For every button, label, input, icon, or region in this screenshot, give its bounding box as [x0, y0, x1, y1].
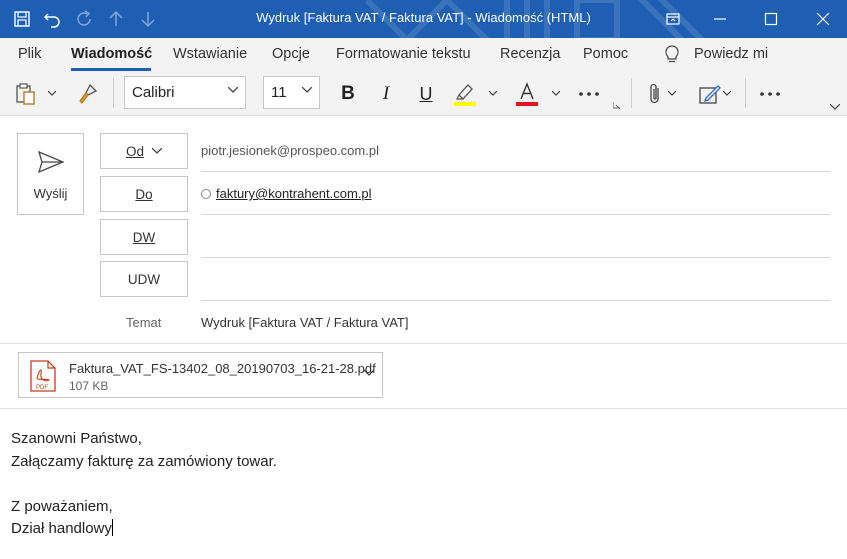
- header-divider: [0, 343, 847, 344]
- tab-review[interactable]: Recenzja: [500, 46, 560, 62]
- cc-button[interactable]: DW: [100, 219, 188, 255]
- italic-icon[interactable]: I: [374, 81, 398, 107]
- send-label: Wyślij: [33, 186, 68, 201]
- subject-label: Temat: [126, 315, 162, 330]
- pdf-file-icon: PDF: [30, 360, 56, 392]
- bold-icon[interactable]: B: [336, 81, 360, 107]
- maximize-icon[interactable]: [748, 0, 794, 38]
- font-color-icon[interactable]: [514, 80, 540, 108]
- send-button[interactable]: Wyślij: [17, 133, 84, 215]
- body-line: Załączamy fakturę za zamówiony towar.: [11, 452, 277, 470]
- underline-icon[interactable]: U: [414, 81, 438, 107]
- ribbon-display-options-icon[interactable]: [650, 0, 696, 38]
- to-field-line[interactable]: [201, 214, 830, 215]
- tab-message[interactable]: Wiadomość: [71, 46, 152, 62]
- from-value: piotr.jesionek@prospeo.com.pl: [201, 143, 379, 158]
- lightbulb-icon: [665, 45, 679, 63]
- chevron-down-icon: [302, 87, 312, 93]
- attachment-divider: [0, 408, 847, 409]
- attach-icon[interactable]: [644, 81, 666, 107]
- body-line: Z poważaniem,: [11, 497, 113, 515]
- cc-field-line[interactable]: [201, 257, 830, 258]
- separator: [631, 78, 632, 108]
- close-icon[interactable]: [800, 0, 846, 38]
- highlight-icon[interactable]: [452, 80, 478, 108]
- title-bar: Wydruk [Faktura VAT / Faktura VAT] - Wia…: [0, 0, 847, 38]
- font-name-value: Calibri: [132, 84, 175, 101]
- from-label: Od: [125, 143, 144, 159]
- body-line-text: Dział handlowy: [11, 520, 112, 537]
- attachment-size: 107 KB: [69, 379, 109, 393]
- bcc-field-line[interactable]: [201, 300, 830, 301]
- body-line: Szanowni Państwo,: [11, 430, 142, 447]
- to-recipient-address[interactable]: faktury@kontrahent.com.pl: [216, 186, 372, 201]
- chevron-down-icon: [228, 87, 238, 93]
- to-recipient[interactable]: faktury@kontrahent.com.pl: [201, 186, 372, 201]
- tab-options[interactable]: Opcje: [272, 46, 310, 62]
- separator: [745, 78, 746, 108]
- to-label: Do: [135, 186, 153, 202]
- body-line-empty: [11, 473, 277, 496]
- tab-insert[interactable]: Wstawianie: [173, 46, 247, 62]
- more-options-icon[interactable]: [757, 84, 783, 104]
- from-button[interactable]: Od: [100, 133, 188, 169]
- dialog-launcher-icon[interactable]: [612, 100, 622, 110]
- bcc-label: UDW: [127, 271, 161, 287]
- text-cursor: [111, 519, 113, 536]
- chevron-down-icon: [152, 148, 162, 154]
- subject-input[interactable]: Wydruk [Faktura VAT / Faktura VAT]: [201, 315, 408, 330]
- menu-bar: Plik Wiadomość Wstawianie Opcje Formatow…: [0, 38, 847, 72]
- send-icon: [38, 151, 64, 173]
- signature-dropdown-icon[interactable]: [721, 86, 733, 100]
- cc-label: DW: [132, 229, 156, 245]
- font-size-value: 11: [271, 84, 287, 101]
- font-size-select[interactable]: 11: [263, 76, 320, 109]
- body-line: Dział handlowy: [11, 518, 277, 541]
- font-color-dropdown-icon[interactable]: [550, 86, 562, 100]
- chevron-down-icon[interactable]: [364, 370, 374, 376]
- presence-icon: [201, 188, 211, 199]
- tab-file[interactable]: Plik: [18, 46, 41, 62]
- paste-icon[interactable]: [12, 83, 38, 105]
- active-tab-indicator: [71, 68, 151, 71]
- bcc-button[interactable]: UDW: [100, 261, 188, 297]
- signature-icon[interactable]: [697, 81, 723, 107]
- font-name-select[interactable]: Calibri: [124, 76, 246, 109]
- from-divider: [201, 171, 830, 172]
- attach-dropdown-icon[interactable]: [666, 86, 678, 100]
- format-painter-icon[interactable]: [74, 82, 100, 106]
- tell-me-search[interactable]: Powiedz mi: [694, 46, 768, 62]
- more-formatting-icon[interactable]: [576, 84, 602, 104]
- separator: [113, 78, 114, 108]
- minimize-icon[interactable]: [697, 0, 743, 38]
- attachment-card[interactable]: PDF Faktura_VAT_FS-13402_08_20190703_16-…: [18, 352, 383, 398]
- to-button[interactable]: Do: [100, 176, 188, 212]
- message-body[interactable]: Szanowni Państwo, Załączamy fakturę za z…: [11, 428, 277, 541]
- paste-dropdown-icon[interactable]: [46, 86, 58, 100]
- collapse-ribbon-icon[interactable]: [828, 102, 842, 112]
- ribbon-toolbar: Calibri 11 B I U: [0, 72, 847, 116]
- tab-format-text[interactable]: Formatowanie tekstu: [336, 46, 471, 62]
- pdf-type-label: PDF: [36, 385, 48, 391]
- attachment-filename: Faktura_VAT_FS-13402_08_20190703_16-21-2…: [69, 361, 376, 376]
- highlight-dropdown-icon[interactable]: [487, 86, 499, 100]
- tab-help[interactable]: Pomoc: [583, 46, 628, 62]
